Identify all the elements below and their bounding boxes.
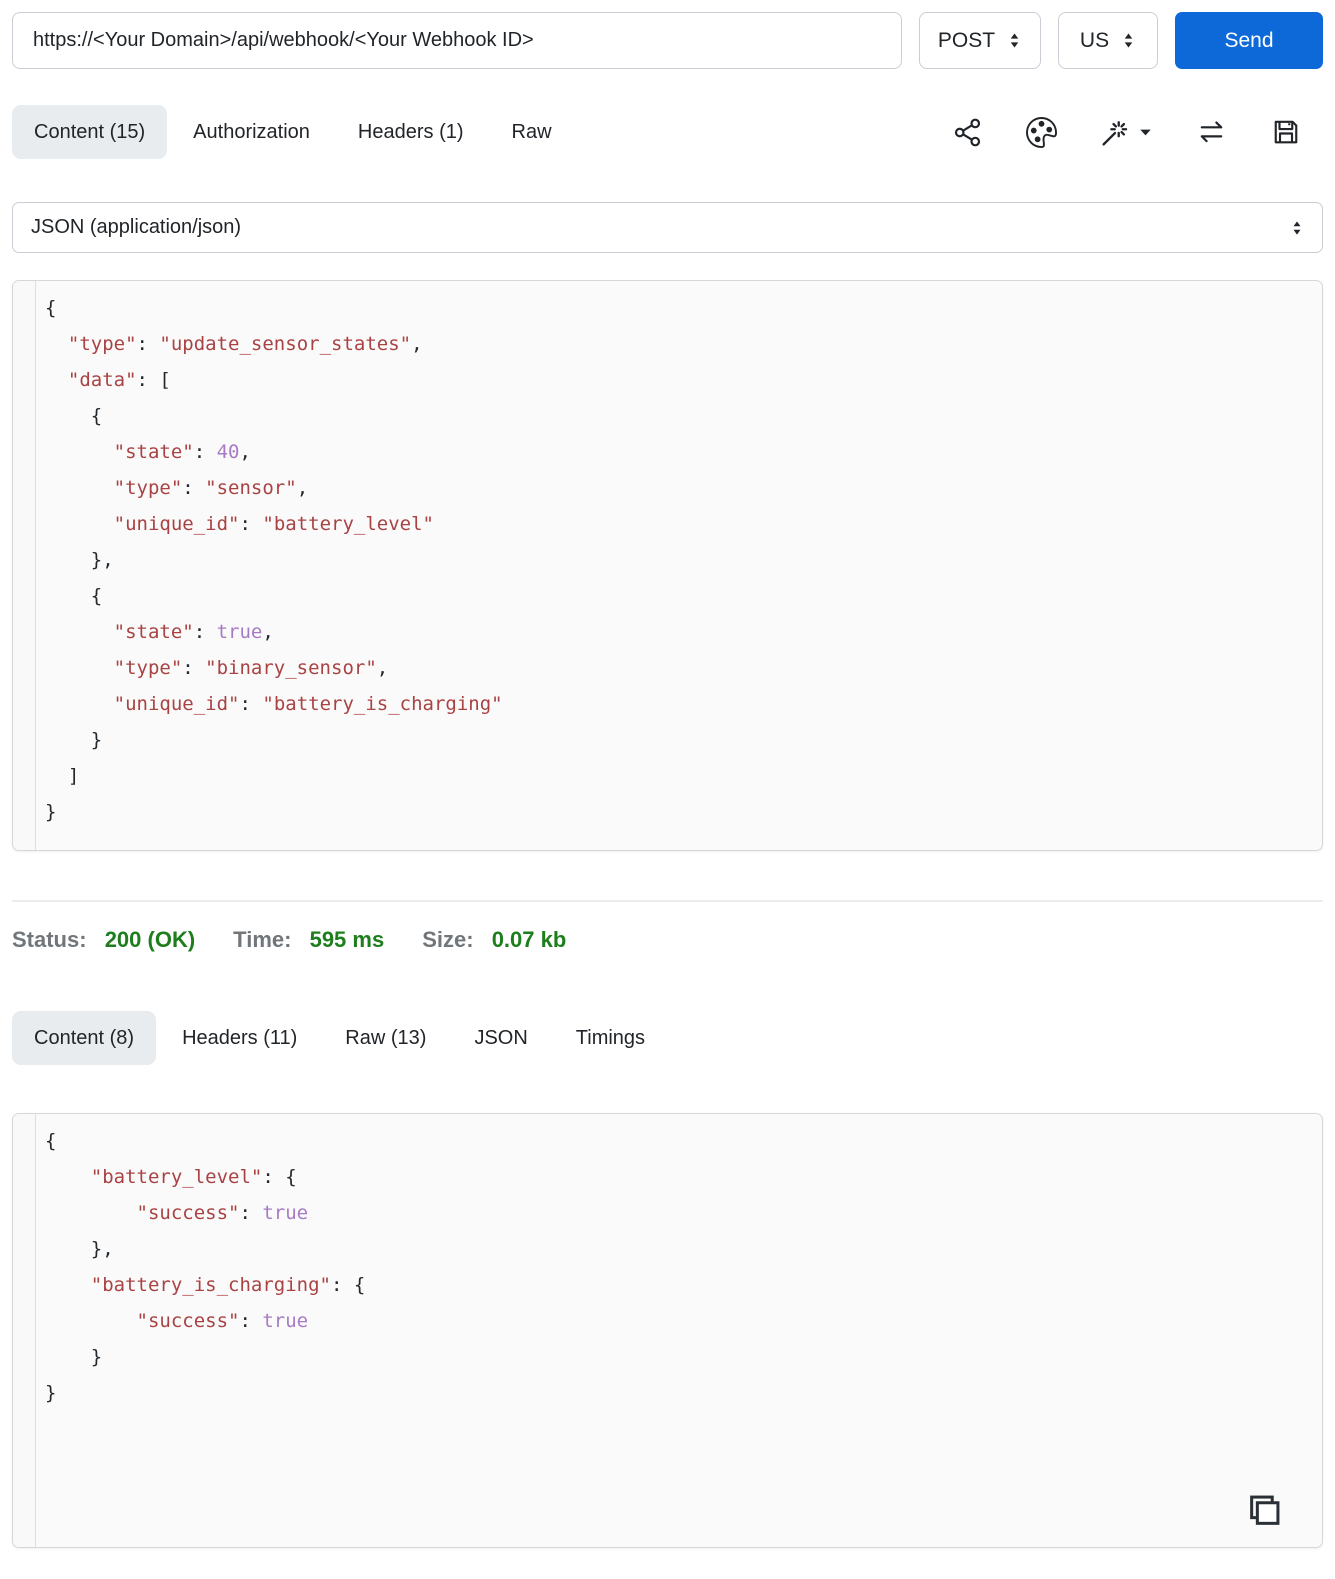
editor-gutter: [13, 281, 36, 850]
response-body-code: { "battery_level": { "success": true }, …: [45, 1130, 366, 1404]
chevron-down-icon: [1140, 129, 1151, 135]
time-stat: Time: 595 ms: [233, 927, 384, 953]
magic-wand-button[interactable]: [1100, 117, 1152, 148]
size-label: Size:: [422, 927, 474, 952]
request-bar: POST US Send: [12, 12, 1323, 69]
share-icon: [954, 118, 981, 146]
swap-button[interactable]: [1195, 117, 1228, 148]
status-value: 200 (OK): [104, 927, 196, 952]
api-client-page: POST US Send Content (15) Authorization …: [0, 0, 1335, 1579]
size-value: 0.07 kb: [491, 927, 567, 952]
tab-response-raw[interactable]: Raw (13): [323, 1011, 448, 1065]
tab-raw[interactable]: Raw: [490, 105, 574, 159]
time-value: 595 ms: [309, 927, 385, 952]
region-select-value: US: [1079, 28, 1110, 52]
save-icon: [1274, 120, 1298, 144]
viewer-gutter: [13, 1114, 36, 1547]
region-select[interactable]: US: [1058, 12, 1158, 69]
tab-response-timings[interactable]: Timings: [554, 1011, 667, 1065]
tab-response-content[interactable]: Content (8): [12, 1011, 157, 1065]
swap-arrows-icon: [1200, 120, 1223, 142]
method-select-value: POST: [937, 28, 996, 52]
content-type-select[interactable]: JSON (application/json): [12, 202, 1323, 253]
updown-icon: [1293, 220, 1301, 235]
status-stat: Status: 200 (OK): [12, 927, 195, 953]
tab-content[interactable]: Content (15): [12, 105, 168, 159]
share-button[interactable]: [952, 117, 983, 148]
content-type-value: JSON (application/json): [31, 216, 242, 238]
request-tabs-row: Content (15) Authorization Headers (1) R…: [12, 105, 1323, 159]
theme-button[interactable]: [1026, 116, 1057, 148]
send-button[interactable]: Send: [1175, 12, 1323, 69]
request-body-code[interactable]: { "type": "update_sensor_states", "data"…: [36, 281, 1322, 850]
request-toolbar: [952, 116, 1323, 148]
status-label: Status:: [12, 927, 87, 952]
tab-authorization[interactable]: Authorization: [171, 105, 332, 159]
updown-icon: [1124, 33, 1133, 48]
tab-response-json[interactable]: JSON: [452, 1011, 549, 1065]
tab-headers[interactable]: Headers (1): [336, 105, 486, 159]
time-label: Time:: [233, 927, 292, 952]
palette-icon: [1026, 116, 1057, 148]
response-body-viewer: { "battery_level": { "success": true }, …: [12, 1113, 1323, 1548]
copy-icon: [1250, 1495, 1280, 1525]
copy-response-button[interactable]: [1244, 1491, 1284, 1531]
request-body-editor[interactable]: { "type": "update_sensor_states", "data"…: [12, 280, 1323, 851]
size-stat: Size: 0.07 kb: [422, 927, 566, 953]
save-button[interactable]: [1271, 117, 1301, 147]
updown-icon: [1010, 33, 1019, 48]
divider: [12, 900, 1323, 902]
url-input[interactable]: [12, 12, 902, 69]
status-bar: Status: 200 (OK) Time: 595 ms Size: 0.07…: [12, 927, 1323, 953]
method-select[interactable]: POST: [919, 12, 1041, 69]
tab-response-headers[interactable]: Headers (11): [160, 1011, 319, 1065]
response-tabs-row: Content (8) Headers (11) Raw (13) JSON T…: [12, 1011, 1323, 1065]
magic-wand-icon: [1102, 120, 1128, 146]
